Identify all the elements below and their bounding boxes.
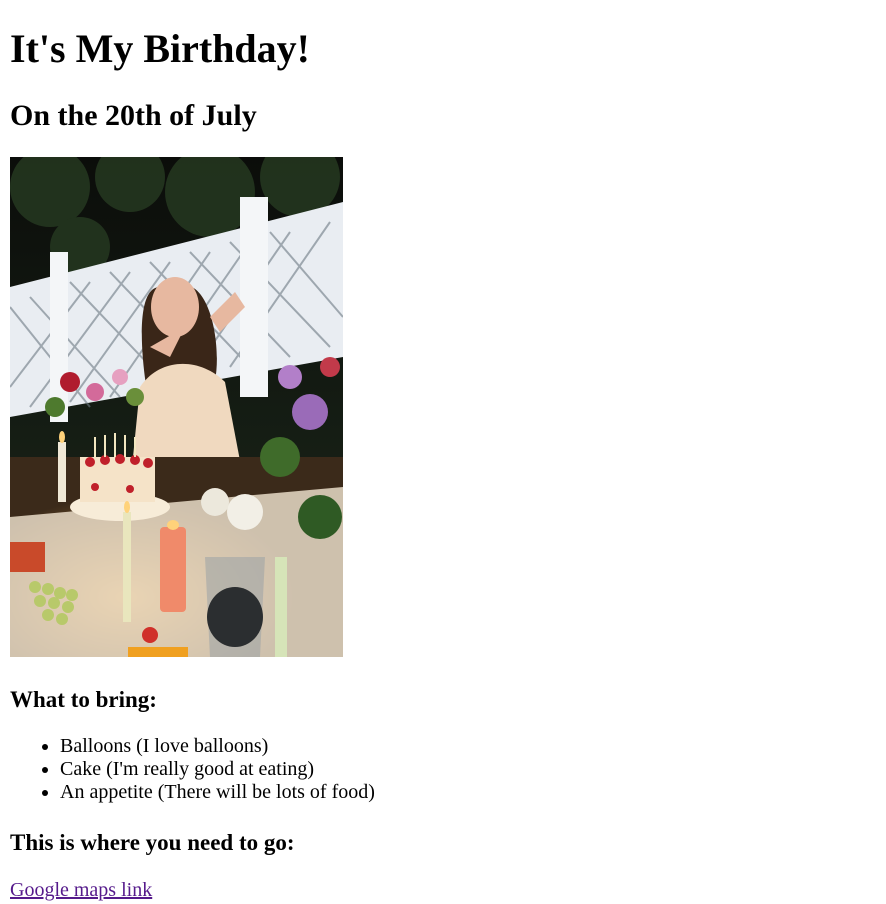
list-item: Balloons (I love balloons) xyxy=(60,735,375,758)
birthday-photo xyxy=(10,157,343,657)
page-title: It's My Birthday! xyxy=(10,26,310,71)
list-item: Cake (I'm really good at eating) xyxy=(60,758,375,781)
google-maps-link[interactable]: Google maps link xyxy=(10,878,152,902)
list-item: An appetite (There will be lots of food) xyxy=(60,781,375,804)
bring-list: Balloons (I love balloons) Cake (I'm rea… xyxy=(10,735,375,804)
page-subtitle: On the 20th of July xyxy=(10,99,257,132)
location-heading: This is where you need to go: xyxy=(10,830,295,855)
bring-heading: What to bring: xyxy=(10,687,157,712)
